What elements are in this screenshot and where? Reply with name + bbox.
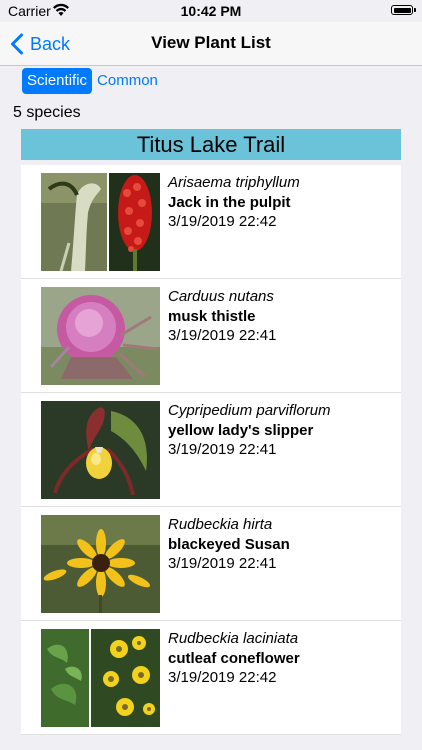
plant-row[interactable]: Carduus nutans musk thistle 3/19/2019 22… — [21, 279, 401, 393]
plant-row[interactable]: Arisaema triphyllum Jack in the pulpit 3… — [21, 165, 401, 279]
scientific-name: Arisaema triphyllum — [168, 174, 300, 191]
observation-date: 3/19/2019 22:41 — [168, 441, 277, 458]
plant-photo — [41, 515, 160, 613]
navigation-bar: Back View Plant List — [0, 22, 422, 66]
segment-common[interactable]: Common — [92, 68, 163, 94]
plant-photo — [41, 401, 160, 499]
scientific-name: Rudbeckia laciniata — [168, 630, 299, 647]
scientific-name: Carduus nutans — [168, 288, 274, 305]
plant-row[interactable]: Rudbeckia laciniata cutleaf coneflower 3… — [21, 621, 401, 735]
observation-date: 3/19/2019 22:41 — [168, 555, 277, 572]
observation-date: 3/19/2019 22:41 — [168, 327, 277, 344]
scientific-name: Cypripedium parviflorum — [168, 402, 331, 419]
species-count: 5 species — [13, 104, 81, 121]
plant-photo — [41, 287, 160, 385]
observation-date: 3/19/2019 22:42 — [168, 213, 277, 230]
plant-list: Arisaema triphyllum Jack in the pulpit 3… — [21, 165, 401, 735]
common-name: yellow lady's slipper — [168, 422, 314, 439]
observation-date: 3/19/2019 22:42 — [168, 669, 277, 686]
name-type-segmented-control: Scientific Common — [22, 68, 163, 94]
segment-scientific[interactable]: Scientific — [22, 68, 93, 94]
common-name: blackeyed Susan — [168, 536, 290, 553]
status-time: 10:42 PM — [180, 3, 242, 19]
common-name: Jack in the pulpit — [168, 194, 291, 211]
battery-icon — [391, 5, 416, 15]
scientific-name: Rudbeckia hirta — [168, 516, 273, 533]
common-name: musk thistle — [168, 308, 256, 325]
page-title: View Plant List — [151, 33, 271, 52]
status-bar: Carrier 10:42 PM — [0, 0, 422, 22]
common-name: cutleaf coneflower — [168, 650, 300, 667]
plant-photo — [41, 173, 160, 271]
section-header: Titus Lake Trail — [21, 129, 401, 160]
plant-row[interactable]: Rudbeckia hirta blackeyed Susan 3/19/201… — [21, 507, 401, 621]
plant-photo — [41, 629, 160, 727]
plant-row[interactable]: Cypripedium parviflorum yellow lady's sl… — [21, 393, 401, 507]
